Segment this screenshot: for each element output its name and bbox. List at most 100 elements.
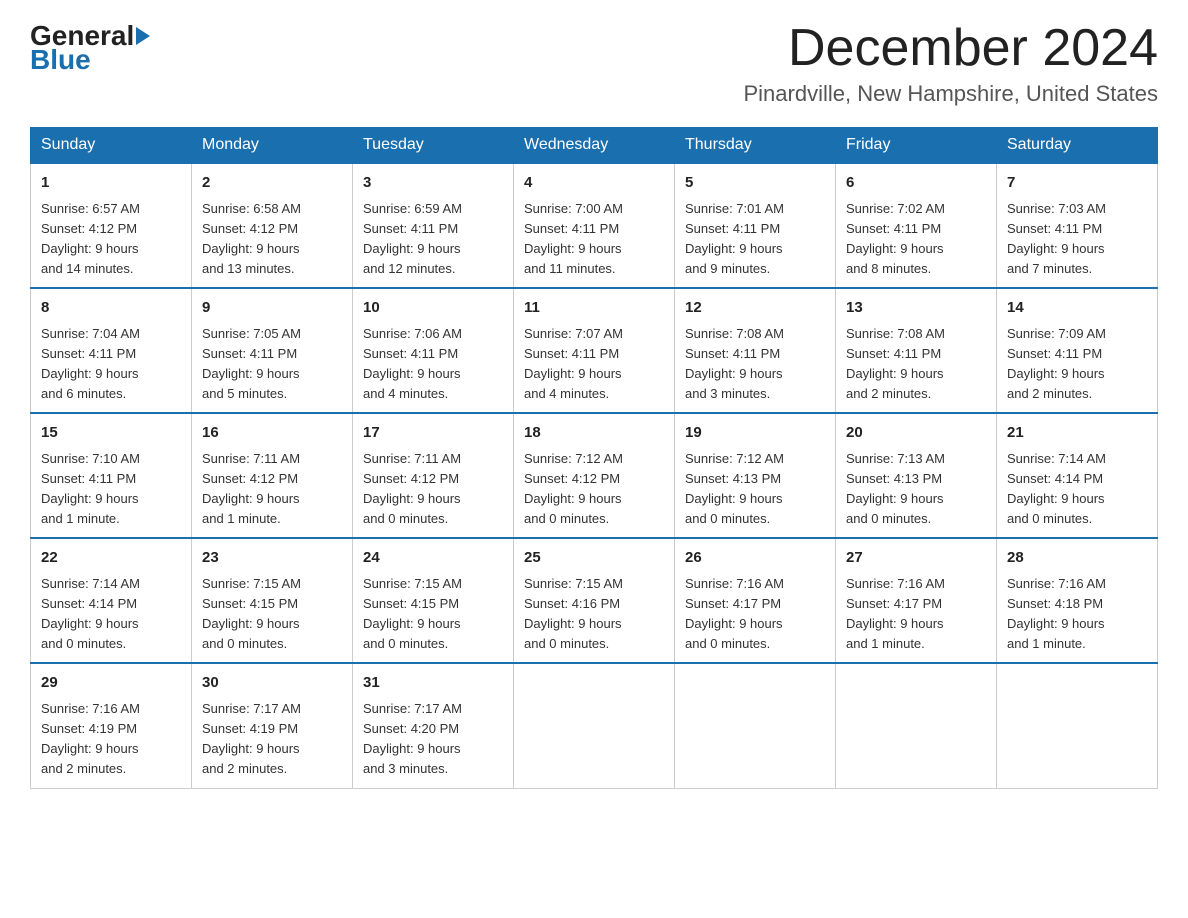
calendar-cell: 4 Sunrise: 7:00 AMSunset: 4:11 PMDayligh… <box>514 163 675 288</box>
calendar-cell: 21 Sunrise: 7:14 AMSunset: 4:14 PMDaylig… <box>997 413 1158 538</box>
day-info: Sunrise: 7:02 AMSunset: 4:11 PMDaylight:… <box>846 201 945 276</box>
calendar-cell <box>836 663 997 788</box>
day-info: Sunrise: 7:08 AMSunset: 4:11 PMDaylight:… <box>846 326 945 401</box>
calendar-cell: 3 Sunrise: 6:59 AMSunset: 4:11 PMDayligh… <box>353 163 514 288</box>
day-number: 12 <box>685 297 825 320</box>
day-number: 24 <box>363 547 503 570</box>
calendar-cell: 2 Sunrise: 6:58 AMSunset: 4:12 PMDayligh… <box>192 163 353 288</box>
day-number: 28 <box>1007 547 1147 570</box>
calendar-cell: 11 Sunrise: 7:07 AMSunset: 4:11 PMDaylig… <box>514 288 675 413</box>
day-info: Sunrise: 7:16 AMSunset: 4:17 PMDaylight:… <box>685 576 784 651</box>
day-number: 17 <box>363 422 503 445</box>
calendar-cell: 9 Sunrise: 7:05 AMSunset: 4:11 PMDayligh… <box>192 288 353 413</box>
calendar-cell: 8 Sunrise: 7:04 AMSunset: 4:11 PMDayligh… <box>31 288 192 413</box>
day-info: Sunrise: 7:17 AMSunset: 4:20 PMDaylight:… <box>363 701 462 776</box>
calendar-cell: 10 Sunrise: 7:06 AMSunset: 4:11 PMDaylig… <box>353 288 514 413</box>
calendar-cell: 25 Sunrise: 7:15 AMSunset: 4:16 PMDaylig… <box>514 538 675 663</box>
calendar-cell: 1 Sunrise: 6:57 AMSunset: 4:12 PMDayligh… <box>31 163 192 288</box>
calendar-table: Sunday Monday Tuesday Wednesday Thursday… <box>30 127 1158 788</box>
week-row-2: 8 Sunrise: 7:04 AMSunset: 4:11 PMDayligh… <box>31 288 1158 413</box>
day-info: Sunrise: 7:16 AMSunset: 4:18 PMDaylight:… <box>1007 576 1106 651</box>
header-thursday: Thursday <box>675 128 836 164</box>
day-number: 5 <box>685 172 825 195</box>
calendar-cell: 6 Sunrise: 7:02 AMSunset: 4:11 PMDayligh… <box>836 163 997 288</box>
calendar-cell: 18 Sunrise: 7:12 AMSunset: 4:12 PMDaylig… <box>514 413 675 538</box>
week-row-3: 15 Sunrise: 7:10 AMSunset: 4:11 PMDaylig… <box>31 413 1158 538</box>
day-number: 8 <box>41 297 181 320</box>
day-info: Sunrise: 7:09 AMSunset: 4:11 PMDaylight:… <box>1007 326 1106 401</box>
day-number: 25 <box>524 547 664 570</box>
day-info: Sunrise: 7:11 AMSunset: 4:12 PMDaylight:… <box>363 451 461 526</box>
day-number: 21 <box>1007 422 1147 445</box>
day-number: 23 <box>202 547 342 570</box>
calendar-cell: 31 Sunrise: 7:17 AMSunset: 4:20 PMDaylig… <box>353 663 514 788</box>
header-wednesday: Wednesday <box>514 128 675 164</box>
day-number: 14 <box>1007 297 1147 320</box>
day-info: Sunrise: 7:06 AMSunset: 4:11 PMDaylight:… <box>363 326 462 401</box>
day-number: 9 <box>202 297 342 320</box>
day-number: 27 <box>846 547 986 570</box>
day-number: 15 <box>41 422 181 445</box>
calendar-cell <box>675 663 836 788</box>
day-info: Sunrise: 7:10 AMSunset: 4:11 PMDaylight:… <box>41 451 140 526</box>
location-title: Pinardville, New Hampshire, United State… <box>743 81 1158 107</box>
calendar-cell: 7 Sunrise: 7:03 AMSunset: 4:11 PMDayligh… <box>997 163 1158 288</box>
day-info: Sunrise: 7:12 AMSunset: 4:12 PMDaylight:… <box>524 451 623 526</box>
day-info: Sunrise: 7:16 AMSunset: 4:19 PMDaylight:… <box>41 701 140 776</box>
day-number: 2 <box>202 172 342 195</box>
day-info: Sunrise: 6:58 AMSunset: 4:12 PMDaylight:… <box>202 201 301 276</box>
day-number: 20 <box>846 422 986 445</box>
calendar-cell: 24 Sunrise: 7:15 AMSunset: 4:15 PMDaylig… <box>353 538 514 663</box>
day-number: 26 <box>685 547 825 570</box>
day-number: 30 <box>202 672 342 695</box>
logo-arrow-icon <box>136 27 150 45</box>
day-number: 3 <box>363 172 503 195</box>
calendar-cell: 29 Sunrise: 7:16 AMSunset: 4:19 PMDaylig… <box>31 663 192 788</box>
day-number: 22 <box>41 547 181 570</box>
calendar-cell: 30 Sunrise: 7:17 AMSunset: 4:19 PMDaylig… <box>192 663 353 788</box>
day-number: 1 <box>41 172 181 195</box>
header: General Blue December 2024 Pinardville, … <box>30 20 1158 107</box>
day-number: 4 <box>524 172 664 195</box>
day-info: Sunrise: 7:03 AMSunset: 4:11 PMDaylight:… <box>1007 201 1106 276</box>
day-info: Sunrise: 7:15 AMSunset: 4:15 PMDaylight:… <box>363 576 462 651</box>
day-info: Sunrise: 7:14 AMSunset: 4:14 PMDaylight:… <box>41 576 140 651</box>
calendar-cell: 28 Sunrise: 7:16 AMSunset: 4:18 PMDaylig… <box>997 538 1158 663</box>
weekday-header-row: Sunday Monday Tuesday Wednesday Thursday… <box>31 128 1158 164</box>
calendar-cell: 16 Sunrise: 7:11 AMSunset: 4:12 PMDaylig… <box>192 413 353 538</box>
calendar-cell: 26 Sunrise: 7:16 AMSunset: 4:17 PMDaylig… <box>675 538 836 663</box>
day-number: 11 <box>524 297 664 320</box>
day-number: 6 <box>846 172 986 195</box>
day-info: Sunrise: 7:17 AMSunset: 4:19 PMDaylight:… <box>202 701 301 776</box>
calendar-cell: 27 Sunrise: 7:16 AMSunset: 4:17 PMDaylig… <box>836 538 997 663</box>
calendar-cell: 12 Sunrise: 7:08 AMSunset: 4:11 PMDaylig… <box>675 288 836 413</box>
header-sunday: Sunday <box>31 128 192 164</box>
month-title: December 2024 <box>743 20 1158 77</box>
day-info: Sunrise: 7:07 AMSunset: 4:11 PMDaylight:… <box>524 326 623 401</box>
calendar-cell: 20 Sunrise: 7:13 AMSunset: 4:13 PMDaylig… <box>836 413 997 538</box>
day-info: Sunrise: 7:15 AMSunset: 4:16 PMDaylight:… <box>524 576 623 651</box>
day-info: Sunrise: 7:16 AMSunset: 4:17 PMDaylight:… <box>846 576 945 651</box>
day-info: Sunrise: 7:05 AMSunset: 4:11 PMDaylight:… <box>202 326 301 401</box>
logo-blue-text: Blue <box>30 44 91 75</box>
day-info: Sunrise: 7:04 AMSunset: 4:11 PMDaylight:… <box>41 326 140 401</box>
day-number: 18 <box>524 422 664 445</box>
day-number: 13 <box>846 297 986 320</box>
header-friday: Friday <box>836 128 997 164</box>
day-info: Sunrise: 7:15 AMSunset: 4:15 PMDaylight:… <box>202 576 301 651</box>
calendar-cell: 22 Sunrise: 7:14 AMSunset: 4:14 PMDaylig… <box>31 538 192 663</box>
day-info: Sunrise: 7:00 AMSunset: 4:11 PMDaylight:… <box>524 201 623 276</box>
header-tuesday: Tuesday <box>353 128 514 164</box>
week-row-5: 29 Sunrise: 7:16 AMSunset: 4:19 PMDaylig… <box>31 663 1158 788</box>
day-info: Sunrise: 6:59 AMSunset: 4:11 PMDaylight:… <box>363 201 462 276</box>
day-number: 10 <box>363 297 503 320</box>
calendar-cell: 14 Sunrise: 7:09 AMSunset: 4:11 PMDaylig… <box>997 288 1158 413</box>
calendar-cell: 13 Sunrise: 7:08 AMSunset: 4:11 PMDaylig… <box>836 288 997 413</box>
week-row-4: 22 Sunrise: 7:14 AMSunset: 4:14 PMDaylig… <box>31 538 1158 663</box>
day-number: 16 <box>202 422 342 445</box>
day-info: Sunrise: 7:11 AMSunset: 4:12 PMDaylight:… <box>202 451 300 526</box>
calendar-cell: 17 Sunrise: 7:11 AMSunset: 4:12 PMDaylig… <box>353 413 514 538</box>
header-monday: Monday <box>192 128 353 164</box>
title-section: December 2024 Pinardville, New Hampshire… <box>743 20 1158 107</box>
calendar-cell <box>997 663 1158 788</box>
